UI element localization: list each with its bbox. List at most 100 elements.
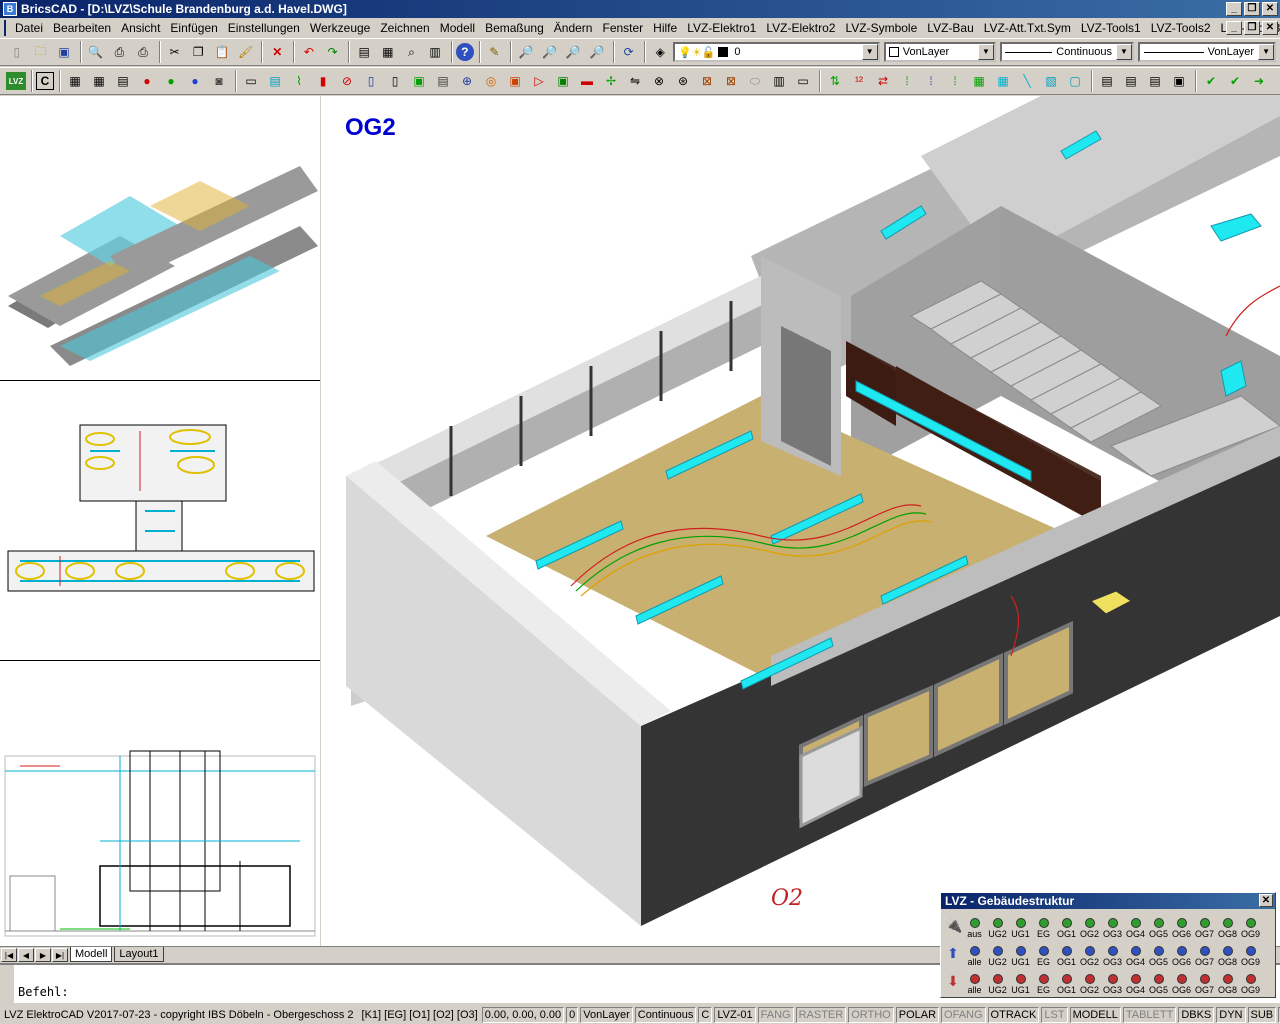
explorer-icon[interactable]: ▦	[377, 41, 399, 63]
lvz-floor-button[interactable]: OG7	[1193, 918, 1216, 939]
cut-icon[interactable]: ✂	[164, 41, 186, 63]
lvz-floor-button[interactable]: OG4	[1124, 974, 1147, 995]
menu-item-lvz-att-txt-sym[interactable]: LVZ-Att.Txt.Sym	[979, 21, 1076, 35]
menu-item-einfügen[interactable]: Einfügen	[165, 21, 222, 35]
red-dot-icon[interactable]: ●	[136, 70, 158, 92]
first-tab-icon[interactable]: |◀	[1, 947, 17, 962]
redo-icon[interactable]: ↷	[322, 41, 344, 63]
lvz-floor-button[interactable]: OG6	[1170, 918, 1193, 939]
resistor-icon[interactable]: ⊠	[696, 70, 718, 92]
lvz-floor-button[interactable]: OG2	[1078, 974, 1101, 995]
bricscad-app-icon[interactable]: B	[3, 2, 17, 16]
grid-green-icon[interactable]: ▦	[968, 70, 990, 92]
viewport-floorplan[interactable]	[0, 381, 320, 661]
chevron-down-icon[interactable]: ▼	[861, 44, 878, 60]
close-icon[interactable]: ✕	[1259, 894, 1273, 907]
menu-item-zeichnen[interactable]: Zeichnen	[375, 21, 434, 35]
menu-item-bearbeiten[interactable]: Bearbeiten	[48, 21, 116, 35]
menu-item-datei[interactable]: Datei	[10, 21, 48, 35]
status-lvz[interactable]: LVZ-01	[714, 1006, 756, 1023]
color-dropdown[interactable]: VonLayer ▼	[883, 42, 996, 62]
menu-item-lvz-tools2[interactable]: LVZ-Tools2	[1146, 21, 1216, 35]
status-toggle-lst[interactable]: LST	[1041, 1006, 1068, 1023]
prev-tab-icon[interactable]: ◀	[18, 947, 34, 962]
check-green-icon[interactable]: ✔	[1200, 70, 1222, 92]
zoom-realtime-icon[interactable]: 🔎	[515, 41, 537, 63]
viewport-section[interactable]	[0, 661, 320, 946]
status-toggle-sub[interactable]: SUB	[1247, 1006, 1277, 1023]
numbering-icon[interactable]: ¹²	[848, 70, 870, 92]
status-toggle-polar[interactable]: POLAR	[895, 1006, 940, 1023]
lvz-floor-button[interactable]: UG1	[1009, 946, 1032, 967]
lvz-floor-button[interactable]: OG1	[1055, 946, 1078, 967]
lvz-floor-button[interactable]: OG2	[1078, 946, 1101, 967]
c-button[interactable]: C	[36, 72, 54, 90]
status-c[interactable]: C	[698, 1006, 713, 1023]
menu-item-lvz-tools1[interactable]: LVZ-Tools1	[1076, 21, 1146, 35]
main-3d-viewport[interactable]: OG2 O2	[321, 96, 1280, 946]
menu-item-lvz-elektro2[interactable]: LVZ-Elektro2	[761, 21, 840, 35]
save-icon[interactable]: ▣	[53, 41, 75, 63]
status-color[interactable]: VonLayer	[580, 1006, 633, 1023]
print-preview-icon[interactable]: 🔍	[85, 41, 107, 63]
lvz-floor-button[interactable]: OG3	[1101, 974, 1124, 995]
box-x-icon[interactable]: ⊠	[720, 70, 742, 92]
menu-item-bemaßung[interactable]: Bemaßung	[480, 21, 549, 35]
switch-off-icon[interactable]: 🔌	[945, 917, 962, 939]
lvz-floor-button[interactable]: OG9	[1239, 918, 1262, 939]
lvz-floor-button[interactable]: EG	[1032, 918, 1055, 939]
motor-icon[interactable]: ⊗	[648, 70, 670, 92]
lvz-button[interactable]: LVZ	[6, 72, 26, 90]
lvz-floor-button[interactable]: alle	[963, 974, 986, 995]
lamp-icon[interactable]: ⊕	[456, 70, 478, 92]
lvz-floor-button[interactable]: OG5	[1147, 974, 1170, 995]
arrow-right-icon[interactable]: ➜	[1248, 70, 1270, 92]
down-arrow-icon[interactable]: ⬇	[945, 973, 961, 995]
grid-icon[interactable]: ▦	[88, 70, 110, 92]
align-icon[interactable]: ⇄	[872, 70, 894, 92]
menu-item-lvz-bau[interactable]: LVZ-Bau	[922, 21, 978, 35]
lvz-floor-button[interactable]: OG4	[1124, 946, 1147, 967]
zoom-extents-icon[interactable]: 🔎	[586, 41, 608, 63]
delete-icon[interactable]: ✕	[266, 41, 288, 63]
print-icon[interactable]: ⎙	[109, 41, 131, 63]
lvz-floor-button[interactable]: OG8	[1216, 946, 1239, 967]
restore-button[interactable]: ❐	[1244, 2, 1260, 16]
open-folder-icon[interactable]: 🗀	[30, 41, 52, 63]
menu-item-lvz-elektro1[interactable]: LVZ-Elektro1	[682, 21, 761, 35]
minimize-button[interactable]: _	[1226, 2, 1242, 16]
lvz-floor-button[interactable]: OG9	[1239, 974, 1262, 995]
lvz-floor-button[interactable]: OG8	[1216, 974, 1239, 995]
smoke-detector-icon[interactable]: ◎	[480, 70, 502, 92]
junction-icon[interactable]: ✢	[600, 70, 622, 92]
lvz-floor-button[interactable]: OG1	[1055, 918, 1078, 939]
menu-item-werkzeuge[interactable]: Werkzeuge	[305, 21, 375, 35]
lvz-floor-button[interactable]: aus	[963, 918, 986, 939]
tab-modell[interactable]: Modell	[70, 947, 113, 962]
hatch-icon[interactable]: ▤	[264, 70, 286, 92]
socket-icon[interactable]: ▣	[408, 70, 430, 92]
wire-icon[interactable]: ⌇	[288, 70, 310, 92]
lvz-floor-button[interactable]: OG5	[1147, 946, 1170, 967]
lvz-floor-button[interactable]: OG2	[1078, 918, 1101, 939]
lvz-floor-button[interactable]: OG3	[1101, 918, 1124, 939]
exit-sign-icon[interactable]: ▣	[552, 70, 574, 92]
layer-manager-icon[interactable]: ◈	[649, 41, 671, 63]
lvz-floor-button[interactable]: OG7	[1193, 946, 1216, 967]
document-icon[interactable]	[4, 20, 6, 36]
tab-layout1[interactable]: Layout1	[114, 947, 164, 962]
chevron-down-icon[interactable]: ▼	[977, 44, 994, 60]
fire-truck-icon[interactable]: ▬	[576, 70, 598, 92]
orbit-icon[interactable]: ⟳	[618, 41, 640, 63]
rectangle-icon[interactable]: ▭	[240, 70, 262, 92]
fire-alarm-icon[interactable]: ▮	[312, 70, 334, 92]
status-toggle-ofang[interactable]: OFANG	[941, 1006, 986, 1023]
menu-item-einstellungen[interactable]: Einstellungen	[223, 21, 305, 35]
attribute-icon[interactable]: ▤	[1120, 70, 1142, 92]
lvz-floor-button[interactable]: EG	[1032, 946, 1055, 967]
match-properties-icon[interactable]: 🖌	[235, 41, 257, 63]
close-button[interactable]: ✕	[1262, 2, 1278, 16]
status-toggle-dbks[interactable]: DBKS	[1178, 1006, 1215, 1023]
chevron-down-icon[interactable]: ▼	[1115, 44, 1132, 60]
line-icon[interactable]: ╲	[1016, 70, 1038, 92]
